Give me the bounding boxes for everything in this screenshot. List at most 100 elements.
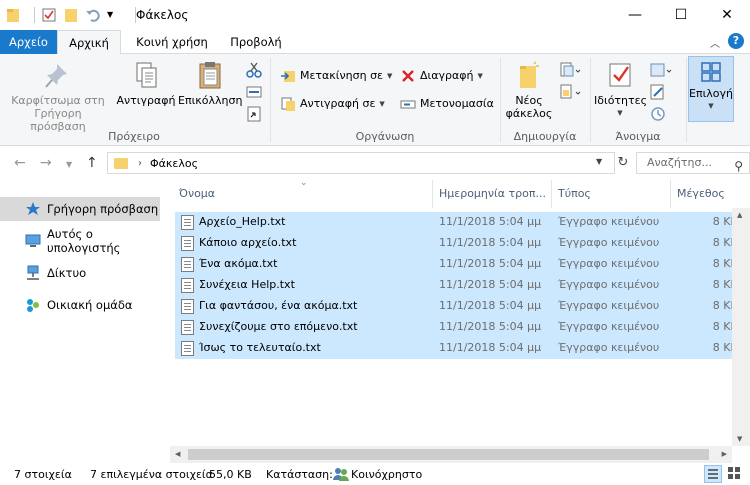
file-date: 11/1/2018 5:04 μμ xyxy=(439,278,542,291)
selected-count: 7 επιλεγμένα στοιχεία xyxy=(90,468,213,481)
new-folder-label-line1: Νέος xyxy=(515,94,543,107)
scroll-up-arrow-icon[interactable]: ▲ xyxy=(737,211,742,219)
shared-users-icon xyxy=(333,466,349,485)
file-date: 11/1/2018 5:04 μμ xyxy=(439,299,542,312)
refresh-icon[interactable]: ↻ xyxy=(612,153,634,173)
copy-button[interactable]: Αντιγραφή xyxy=(114,60,178,107)
search-placeholder: Αναζήτησ... xyxy=(647,156,712,169)
column-header-date[interactable]: Ημερομηνία τροπ... xyxy=(433,180,551,208)
nav-item-label: Αυτός ο υπολογιστής xyxy=(47,227,121,255)
new-folder-icon[interactable] xyxy=(63,7,79,23)
close-button[interactable]: ✕ xyxy=(704,0,750,30)
forward-arrow-icon[interactable]: → xyxy=(40,155,52,171)
new-folder-button[interactable]: Νέος φάκελος xyxy=(504,60,554,120)
horizontal-scroll-thumb[interactable] xyxy=(188,449,709,460)
pin-icon xyxy=(43,60,73,90)
scroll-down-arrow-icon[interactable]: ▼ xyxy=(737,435,742,443)
navigation-pane: Γρήγορη πρόσβαση Αυτός ο υπολογιστής Δίκ… xyxy=(0,180,162,460)
folder-icon xyxy=(114,157,128,169)
help-icon[interactable]: ? xyxy=(728,33,744,49)
vertical-scrollbar[interactable]: ▲ ▼ xyxy=(732,208,750,446)
collapse-ribbon-icon[interactable]: ︿ xyxy=(710,35,720,50)
file-type: Έγγραφο κειμένου xyxy=(558,299,660,312)
file-type: Έγγραφο κειμένου xyxy=(558,236,660,249)
address-bar[interactable]: › Φάκελος xyxy=(107,152,615,174)
select-button[interactable]: Επιλογή ▼ xyxy=(688,56,734,122)
delete-button[interactable]: Διαγραφή ▼ xyxy=(400,66,483,86)
cut-icon[interactable] xyxy=(246,62,262,81)
file-date: 11/1/2018 5:04 μμ xyxy=(439,215,542,228)
nav-item-label: Γρήγορη πρόσβαση xyxy=(47,202,159,216)
file-type: Έγγραφο κειμένου xyxy=(558,215,660,228)
rename-button[interactable]: Μετονομασία xyxy=(400,94,494,114)
search-input[interactable]: Αναζήτησ... ⚲ xyxy=(636,152,750,174)
file-name: Συνέχεια Help.txt xyxy=(199,278,295,291)
tab-view[interactable]: Προβολή xyxy=(224,30,288,54)
back-arrow-icon[interactable]: ← xyxy=(14,155,26,171)
file-row[interactable]: Συνεχίζουμε στο επόμενο.txt 11/1/2018 5:… xyxy=(175,317,750,338)
file-row[interactable]: Κάποιο αρχείο.txt 11/1/2018 5:04 μμ Έγγρ… xyxy=(175,233,750,254)
copy-to-label: Αντιγραφή σε xyxy=(300,97,376,110)
text-file-icon xyxy=(181,257,194,272)
column-header-type[interactable]: Τύπος xyxy=(552,180,670,208)
file-row[interactable]: Αρχείο_Help.txt 11/1/2018 5:04 μμ Έγγραφ… xyxy=(175,212,750,233)
nav-item-quick-access[interactable]: Γρήγορη πρόσβαση xyxy=(0,197,160,221)
file-row[interactable]: Για φαντάσου, ένα ακόμα.txt 11/1/2018 5:… xyxy=(175,296,750,317)
open-icon[interactable] xyxy=(650,62,672,81)
copy-to-icon xyxy=(280,96,296,112)
computer-icon xyxy=(25,233,41,249)
paste-icon xyxy=(195,60,225,90)
file-date: 11/1/2018 5:04 μμ xyxy=(439,320,542,333)
star-icon xyxy=(25,201,41,217)
address-dropdown-chevron-icon[interactable]: ▼ xyxy=(596,157,602,166)
scroll-left-arrow-icon[interactable]: ◀ xyxy=(175,450,180,458)
recent-locations-chevron-icon[interactable]: ▼ xyxy=(66,160,72,169)
quick-access-toolbar: ▼ xyxy=(6,6,142,24)
details-view-icon[interactable] xyxy=(704,465,722,483)
new-group-label: Δημιουργία xyxy=(513,130,577,143)
selected-size: 55,0 KB xyxy=(209,468,252,481)
up-arrow-icon[interactable]: ↑ xyxy=(86,155,98,171)
properties-button[interactable]: Ιδιότητες ▼ xyxy=(594,60,647,120)
column-header-name[interactable]: Όνομα xyxy=(173,180,432,208)
file-row[interactable]: Ένα ακόμα.txt 11/1/2018 5:04 μμ Έγγραφο … xyxy=(175,254,750,275)
nav-item-network[interactable]: Δίκτυο xyxy=(0,261,160,285)
minimize-button[interactable]: — xyxy=(612,0,658,30)
state-label: Κατάσταση: xyxy=(266,468,333,481)
paste-button[interactable]: Επικόλληση xyxy=(178,60,242,107)
new-item-icon[interactable] xyxy=(560,62,582,81)
nav-item-homegroup[interactable]: Οικιακή ομάδα xyxy=(0,293,160,317)
horizontal-scrollbar[interactable]: ◀ ▶ xyxy=(170,446,732,463)
file-row[interactable]: Ίσως το τελευταίο.txt 11/1/2018 5:04 μμ … xyxy=(175,338,750,359)
file-row[interactable]: Συνέχεια Help.txt 11/1/2018 5:04 μμ Έγγρ… xyxy=(175,275,750,296)
easy-access-icon[interactable] xyxy=(560,84,582,103)
tab-home[interactable]: Αρχική xyxy=(57,30,121,55)
undo-icon[interactable] xyxy=(85,7,101,23)
maximize-button[interactable]: ☐ xyxy=(658,0,704,30)
properties-icon[interactable] xyxy=(41,7,57,23)
text-file-icon xyxy=(181,299,194,314)
text-file-icon xyxy=(181,278,194,293)
tab-file[interactable]: Αρχείο xyxy=(0,30,57,54)
edit-icon[interactable] xyxy=(650,84,666,103)
scroll-right-arrow-icon[interactable]: ▶ xyxy=(722,450,727,458)
copy-path-icon[interactable] xyxy=(246,84,262,103)
customize-toolbar-chevron-icon[interactable]: ▼ xyxy=(107,7,123,23)
history-icon[interactable] xyxy=(650,106,666,125)
paste-label: Επικόλληση xyxy=(178,94,243,107)
text-file-icon xyxy=(181,236,194,251)
large-icons-view-icon[interactable] xyxy=(726,465,744,483)
breadcrumb-path[interactable]: Φάκελος xyxy=(150,157,198,170)
copy-to-button[interactable]: Αντιγραφή σε ▼ xyxy=(280,94,385,114)
pin-quick-access-button[interactable]: Καρφίτσωμα στη Γρήγορη πρόσβαση xyxy=(6,60,110,133)
tab-share[interactable]: Κοινή χρήση xyxy=(128,30,216,54)
breadcrumb-chevron-icon[interactable]: › xyxy=(138,158,142,169)
item-count: 7 στοιχεία xyxy=(14,468,72,481)
nav-item-this-pc[interactable]: Αυτός ο υπολογιστής xyxy=(0,227,160,255)
column-header-size[interactable]: Μέγεθος xyxy=(671,180,750,208)
file-name: Κάποιο αρχείο.txt xyxy=(199,236,297,249)
window-title: Φάκελος xyxy=(136,8,189,22)
properties-check-icon xyxy=(605,60,635,90)
paste-shortcut-icon[interactable] xyxy=(246,106,262,125)
move-to-button[interactable]: Μετακίνηση σε ▼ xyxy=(280,66,392,86)
